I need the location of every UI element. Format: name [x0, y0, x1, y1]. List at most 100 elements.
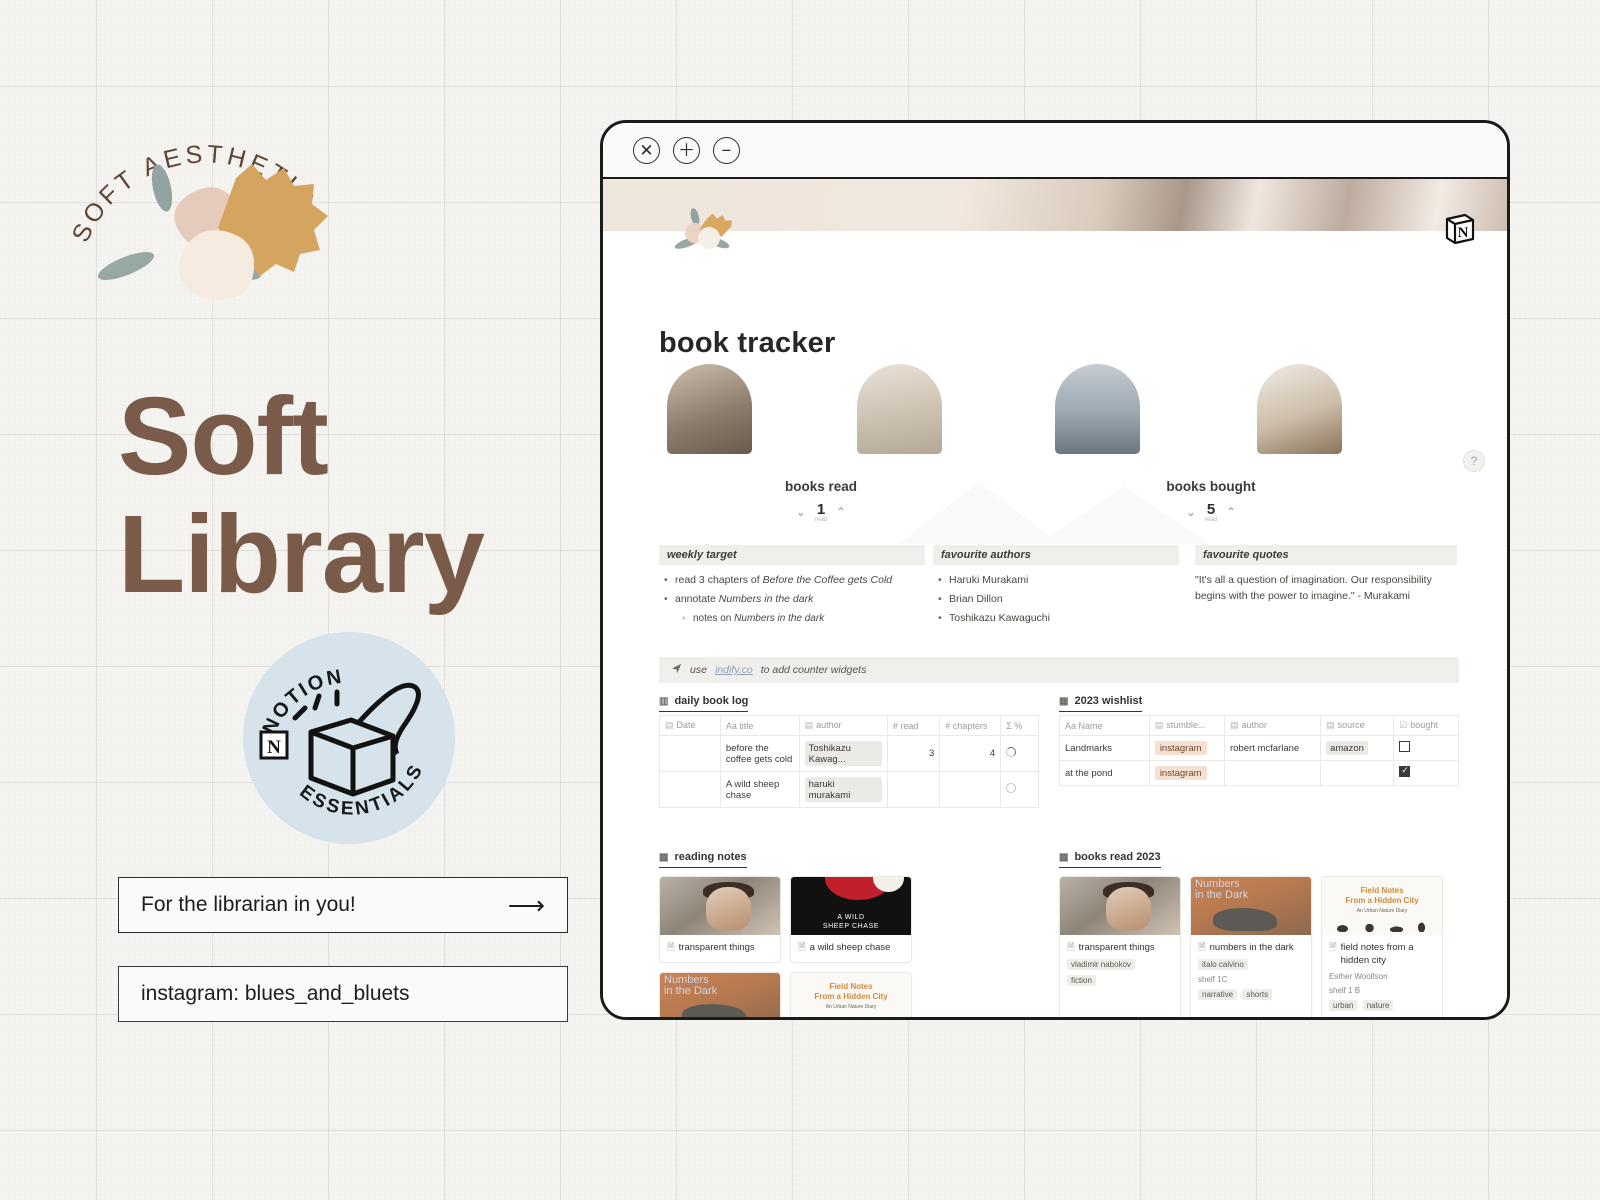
cell-read[interactable]: 3 [886, 735, 941, 772]
column-name[interactable]: Aa Name [1059, 715, 1150, 736]
list-icon: ▤ [1326, 720, 1335, 730]
cell-title[interactable]: before the coffee gets cold [719, 735, 800, 772]
cell-percent[interactable] [1000, 771, 1039, 808]
database-title[interactable]: ▥ daily book log [659, 695, 749, 712]
counter-increment-icon[interactable]: ⌃ [836, 505, 846, 519]
column-label: # read [892, 720, 919, 731]
stumble-chip: instagram [1154, 741, 1207, 755]
instagram-handle-label: instagram: blues_and_bluets [141, 982, 410, 1005]
column-title[interactable]: Aa title [719, 715, 800, 736]
checkbox-checked-icon[interactable] [1399, 765, 1411, 777]
database-2023-wishlist: ▦ 2023 wishlist Aa Name ▤ stumble... ▤ aut… [1059, 695, 1459, 786]
cta-primary-button[interactable]: For the librarian in you! ⟶ [118, 877, 568, 933]
card-title-label: numbers in the dark [1209, 942, 1294, 953]
close-glyph: ✕ [639, 140, 654, 160]
table-icon: ▥ [659, 695, 669, 707]
indify-text-before: use [690, 664, 707, 676]
column-date[interactable]: ▤ Date [659, 715, 721, 736]
column-percent[interactable]: Σ % [1000, 715, 1039, 736]
column-label: Aa Name [1065, 720, 1103, 731]
maximize-glyph: ＋ [678, 140, 695, 160]
book-cover-image: Field Notes From a Hidden City An Urban N… [791, 973, 911, 1017]
cell-author[interactable]: robert mcfarlane [1224, 735, 1322, 761]
checkbox-unchecked-icon[interactable] [1399, 741, 1411, 752]
cell-name[interactable]: at the pond [1059, 760, 1150, 786]
cell-author[interactable]: Toshikazu Kawag... [798, 735, 888, 772]
list-icon: ▤ [804, 720, 814, 730]
cell-bought[interactable] [1393, 760, 1459, 786]
gallery-title[interactable]: ▩ books read 2023 [1059, 851, 1161, 868]
cta-primary-label: For the librarian in you! [141, 893, 356, 916]
cell-stumble[interactable]: instagram [1148, 760, 1226, 786]
book-cover-image [1060, 877, 1180, 935]
cell-title[interactable]: A wild sheep chase [719, 771, 800, 808]
list-item[interactable]: Numbers in the Dark 🗎 numbers in the dark … [1190, 876, 1312, 1017]
progress-ring-icon [1006, 783, 1017, 793]
table-row[interactable]: at the pond instagram [1059, 760, 1459, 786]
arch-image-4 [1257, 364, 1342, 454]
item-emphasis: Numbers in the dark [734, 613, 825, 624]
author-chip: Toshikazu Kawag... [804, 741, 882, 766]
soft-aesthetic-logo: SOFT AESTHETIC [66, 118, 346, 318]
gallery-icon: ▩ [659, 851, 669, 863]
item-text: annotate [675, 593, 719, 605]
gallery-title[interactable]: ▩ reading notes [659, 851, 747, 868]
cell-stumble[interactable]: instagram [1148, 735, 1226, 761]
cell-author[interactable]: haruki murakami [798, 771, 888, 808]
column-source[interactable]: ▤ source [1320, 715, 1395, 736]
cell-read[interactable] [886, 771, 941, 808]
list-item[interactable]: 🗎 transparent things [659, 876, 781, 963]
minimize-icon[interactable]: − [713, 136, 740, 164]
notion-logo-icon: N [1443, 211, 1477, 245]
help-button[interactable]: ? [1463, 450, 1485, 472]
column-author[interactable]: ▤ author [798, 715, 888, 736]
indify-text-after: to add counter widgets [760, 664, 867, 676]
column-chapters[interactable]: # chapters [939, 715, 1002, 736]
quote-text: "It's all a question of imagination. Our… [1195, 574, 1432, 602]
callout-title: favourite quotes [1195, 545, 1457, 565]
arch-image-1 [667, 364, 752, 454]
book-cover-image: Numbers in the Dark [1191, 877, 1311, 935]
cell-date[interactable] [659, 735, 721, 772]
table-row[interactable]: before the coffee gets cold Toshikazu Ka… [659, 735, 1039, 772]
cell-chapters[interactable]: 4 [939, 735, 1002, 772]
column-stumble[interactable]: ▤ stumble... [1148, 715, 1226, 736]
table-row[interactable]: Landmarks instagram robert mcfarlane ama… [1059, 735, 1459, 761]
cell-bought[interactable] [1393, 735, 1459, 761]
indify-link[interactable]: indify.co [715, 664, 753, 676]
close-icon[interactable]: ✕ [633, 136, 660, 164]
table-row[interactable]: A wild sheep chase haruki murakami [659, 771, 1039, 808]
list-item[interactable]: Numbersin the Dark 🗎numbers in the dark [659, 972, 781, 1017]
table-header-row: ▤ Date Aa title ▤ author # read # chapters… [659, 715, 1039, 736]
cell-name[interactable]: Landmarks [1059, 735, 1150, 761]
column-read[interactable]: # read [886, 715, 941, 736]
list-item[interactable]: 🗎 transparent things vladimir nabokov fic… [1059, 876, 1181, 1017]
column-bought[interactable]: ☑ bought [1393, 715, 1459, 736]
list-item[interactable]: Field Notes From a Hidden City An Urban N… [790, 972, 912, 1017]
list-item[interactable]: Field Notes From a Hidden City An Urban N… [1321, 876, 1443, 1017]
page-icon: 🗎 [798, 942, 806, 953]
counter-decrement-icon[interactable]: ⌄ [1186, 505, 1196, 519]
cell-percent[interactable] [1000, 735, 1039, 772]
counter-value: 1 [816, 501, 826, 518]
cover-line-1: Field Notes [829, 982, 873, 991]
favourite-authors-list: Haruki Murakami Brian Dillon Toshikazu K… [933, 571, 1179, 628]
counter-increment-icon[interactable]: ⌃ [1226, 505, 1236, 519]
database-title[interactable]: ▦ 2023 wishlist [1059, 695, 1143, 712]
list-item[interactable]: A WILD SHEEP CHASE 🗎 a wild sheep chase [790, 876, 912, 963]
counter-decrement-icon[interactable]: ⌄ [796, 505, 806, 519]
column-label: author [816, 720, 842, 730]
card-title-label: transparent things [1078, 942, 1155, 953]
cell-source[interactable]: amazon [1320, 735, 1395, 761]
cell-chapters[interactable] [939, 771, 1002, 808]
column-label: author [1241, 720, 1268, 730]
cell-author[interactable] [1224, 760, 1322, 786]
cell-date[interactable] [659, 771, 721, 808]
maximize-icon[interactable]: ＋ [673, 136, 700, 164]
column-author[interactable]: ▤ author [1224, 715, 1322, 736]
callout-title: weekly target [659, 545, 925, 565]
item-text: read 3 chapters of [675, 574, 763, 586]
cell-source[interactable] [1320, 760, 1395, 786]
instagram-handle-box[interactable]: instagram: blues_and_bluets [118, 966, 568, 1022]
counter-books-bought: books bought ⌄ 5 read ⌃ [1131, 479, 1291, 523]
